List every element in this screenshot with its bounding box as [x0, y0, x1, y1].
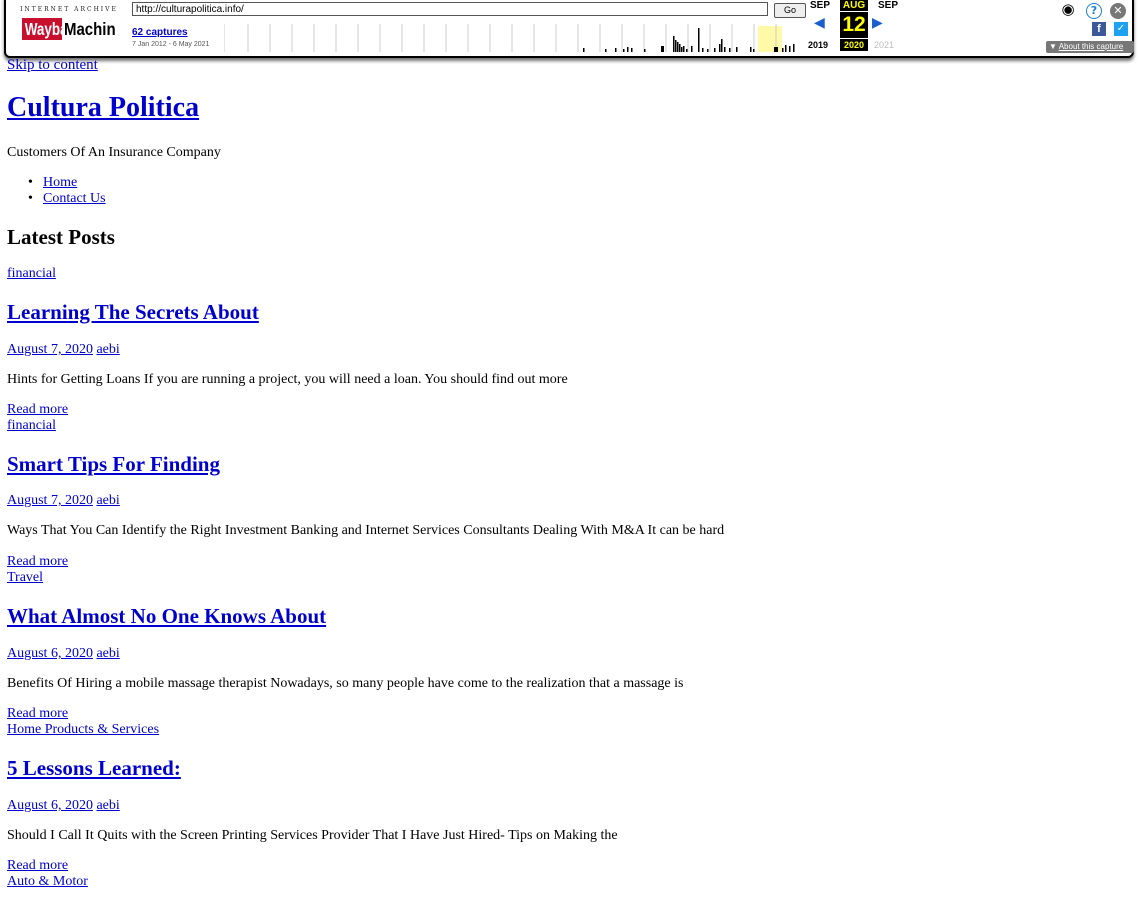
help-icon[interactable]: ? — [1086, 3, 1102, 19]
post-category-link[interactable]: financial — [7, 418, 56, 434]
post-excerpt: Ways That You Can Identify the Right Inv… — [7, 523, 725, 538]
nav-item-contact: Contact Us — [7, 191, 106, 207]
post-category-link[interactable]: Home Products & Services — [7, 722, 159, 738]
wayback-current-day: 12 — [840, 12, 868, 38]
prev-arrow-icon[interactable]: ◀ — [814, 16, 825, 32]
close-icon[interactable]: ✕ — [1110, 3, 1126, 19]
wayback-logo[interactable]: INTERNET ARCHIVE Wayback Machine — [16, 6, 122, 46]
post-meta: August 7, 2020 aebi — [7, 493, 120, 509]
wayback-next-year[interactable]: 2021 — [869, 40, 899, 50]
sparkline-highlight — [758, 26, 782, 52]
wayback-logo-caption: INTERNET ARCHIVE — [20, 6, 118, 13]
post-meta: August 6, 2020 aebi — [7, 798, 120, 814]
read-more-link[interactable]: Read more — [7, 402, 68, 418]
read-more-link[interactable]: Read more — [7, 858, 68, 874]
post-excerpt: Hints for Getting Loans If you are runni… — [7, 372, 568, 387]
read-more-link[interactable]: Read more — [7, 554, 68, 570]
post-date-link[interactable]: August 6, 2020 — [7, 798, 93, 813]
skip-to-content-link[interactable]: Skip to content — [7, 57, 98, 74]
post-author-link[interactable]: aebi — [96, 646, 119, 661]
post-title-link[interactable]: Smart Tips For Finding — [7, 452, 220, 477]
svg-text:Machine: Machine — [64, 19, 116, 40]
wayback-url-input[interactable]: http://culturapolitica.info/ — [132, 2, 768, 16]
wayback-date-range: 7 Jan 2012 - 6 May 2021 — [132, 41, 210, 48]
user-icon[interactable]: ◉ — [1060, 2, 1076, 17]
wayback-current-month: AUG — [840, 0, 868, 11]
nav-item-home: Home — [7, 175, 106, 191]
wayback-capture-sparkline[interactable] — [224, 20, 802, 52]
next-arrow-icon[interactable]: ▶ — [872, 16, 883, 32]
post-category-link[interactable]: Auto & Motor — [7, 874, 88, 890]
wayback-logo-wordmark: Wayback Machine — [22, 18, 116, 40]
caret-down-icon: ▼ — [1049, 42, 1057, 51]
twitter-icon[interactable]: ✓ — [1114, 22, 1128, 36]
wayback-captures-link[interactable]: 62 captures — [132, 27, 188, 38]
post-author-link[interactable]: aebi — [96, 493, 119, 508]
post-excerpt: Benefits Of Hiring a mobile massage ther… — [7, 676, 684, 691]
site-title[interactable]: Cultura Politica — [7, 92, 199, 124]
wayback-toolbar-frame: INTERNET ARCHIVE Wayback Machine http://… — [4, 0, 1134, 58]
wayback-prev-year[interactable]: 2019 — [803, 40, 833, 50]
wayback-current-year: 2020 — [840, 39, 868, 51]
nav-link-home[interactable]: Home — [43, 175, 77, 190]
post-title-link[interactable]: Learning The Secrets About — [7, 300, 259, 325]
about-capture-label: About this capture — [1058, 42, 1124, 51]
post-title-link[interactable]: What Almost No One Knows About — [7, 604, 326, 629]
latest-posts-heading: Latest Posts — [7, 225, 115, 249]
wayback-prev-month[interactable]: SEP — [806, 0, 834, 11]
facebook-icon[interactable]: f — [1092, 22, 1106, 36]
post-meta: August 6, 2020 aebi — [7, 646, 120, 662]
post-title-link[interactable]: 5 Lessons Learned: — [7, 756, 181, 781]
wayback-next-month[interactable]: SEP — [874, 0, 902, 11]
about-capture-button[interactable]: ▼ About this capture — [1046, 41, 1134, 53]
wayback-toolbar: INTERNET ARCHIVE Wayback Machine http://… — [0, 0, 1140, 62]
site-tagline: Customers Of An Insurance Company — [7, 145, 221, 160]
main-navigation: Home Contact Us — [7, 175, 106, 207]
post-meta: August 7, 2020 aebi — [7, 342, 120, 358]
post-category-link[interactable]: Travel — [7, 570, 43, 586]
post-author-link[interactable]: aebi — [96, 798, 119, 813]
post-excerpt: Should I Call It Quits with the Screen P… — [7, 828, 618, 843]
post-author-link[interactable]: aebi — [96, 342, 119, 357]
post-category-link[interactable]: financial — [7, 266, 56, 282]
post-date-link[interactable]: August 6, 2020 — [7, 646, 93, 661]
nav-link-contact[interactable]: Contact Us — [43, 191, 106, 206]
post-date-link[interactable]: August 7, 2020 — [7, 342, 93, 357]
wayback-go-button[interactable]: Go — [774, 3, 806, 18]
read-more-link[interactable]: Read more — [7, 706, 68, 722]
post-date-link[interactable]: August 7, 2020 — [7, 493, 93, 508]
